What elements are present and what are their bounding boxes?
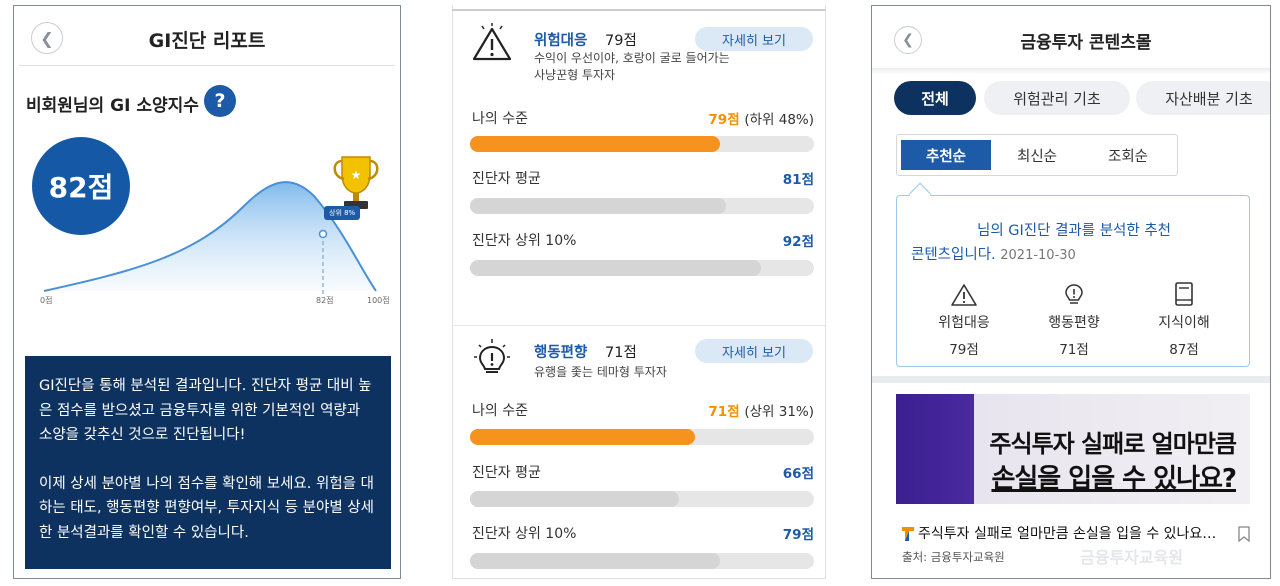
reco-item-score: 87점 (1169, 342, 1199, 358)
my-level-value: 71점 (상위 31%) (708, 404, 814, 420)
top10-label: 진단자 상위 10% (472, 526, 577, 542)
reco-message: 님의 GI진단 결과를 분석한 추천 (976, 223, 1172, 239)
help-button[interactable]: ? (204, 85, 236, 117)
average-label: 진단자 평균 (472, 465, 541, 481)
category-description: 유행을 좇는 테마형 투자자 (534, 365, 667, 379)
question-icon: ? (214, 90, 226, 112)
average-bar-fill (470, 198, 726, 214)
chip-allocation-basics[interactable]: 자산배분 기초 (1136, 81, 1270, 115)
reco-item-risk: 위험대응 79점 (909, 280, 1019, 358)
sort-selector: 추천순 최신순 조회순 (896, 134, 1178, 176)
banner-line1: 주식투자 실패로 얼마만큼 (989, 430, 1237, 458)
category-description: 수익이 우선이야, 호랑이 굴로 들어가는 사냥꾼형 투자자 (534, 50, 730, 84)
top10-value: 92점 (782, 234, 814, 250)
banner-line2: 손실을 입을 수 있나요? (991, 464, 1237, 494)
article-item[interactable]: 주식투자 실패로 얼마만큼 손실을 입을 수 있나요… 출처: 금융투자교육원 … (872, 506, 1270, 578)
axis-min-label: 0점 (40, 296, 53, 305)
top10-label: 진단자 상위 10% (472, 233, 577, 249)
watermark: 금융투자교육원 (1080, 548, 1184, 567)
reco-item-knowledge: 지식이해 87점 (1129, 280, 1239, 358)
my-level-label: 나의 수준 (472, 403, 528, 419)
article-mark-icon (902, 527, 914, 541)
detail-button[interactable]: 자세히 보기 (695, 339, 813, 363)
average-value: 81점 (782, 172, 814, 188)
book-icon (1175, 282, 1193, 306)
reco-message-2: 콘텐츠입니다. 2021-10-30 (911, 247, 1076, 263)
sort-recommended[interactable]: 추천순 (901, 140, 991, 170)
category-detail-panel: 위험대응 79점 자세히 보기 수익이 우선이야, 호랑이 굴로 들어가는 사냥… (440, 5, 834, 579)
top10-value: 79점 (782, 527, 814, 543)
reco-item-name: 행동편향 (1048, 315, 1100, 331)
reco-item-name: 위험대응 (938, 315, 990, 331)
my-level-label: 나의 수준 (472, 111, 528, 127)
reco-date: 2021-10-30 (1000, 248, 1076, 263)
reco-item-score: 79점 (949, 342, 979, 358)
score-circle: 82점 (32, 137, 130, 235)
recommendation-box: 님의 GI진단 결과를 분석한 추천 콘텐츠입니다. 2021-10-30 위험… (896, 195, 1250, 367)
category-name: 위험대응 (534, 33, 588, 49)
top10-bar-fill (470, 553, 720, 569)
chip-risk-basics[interactable]: 위험관리 기초 (984, 81, 1130, 115)
top10-bar-fill (470, 260, 761, 276)
section-divider (872, 376, 1270, 383)
page-title: 금융투자 콘텐츠몰 (1020, 33, 1152, 53)
reco-item-name: 지식이해 (1158, 315, 1210, 331)
average-label: 진단자 평균 (472, 171, 541, 187)
page-title: GI진단 리포트 (148, 30, 266, 52)
lightbulb-icon (1065, 284, 1083, 304)
result-info-box: GI진단을 통해 분석된 결과입니다. 진단자 평균 대비 높은 점수를 받으셨… (25, 356, 391, 569)
detail-button[interactable]: 자세히 보기 (695, 27, 813, 51)
chip-all[interactable]: 전체 (894, 81, 976, 115)
index-title: 비회원님의 GI 소양지수 (26, 96, 199, 116)
info-paragraph: GI진단을 통해 분석된 결과입니다. 진단자 평균 대비 높은 점수를 받으셨… (39, 378, 372, 443)
bookmark-icon[interactable] (1238, 526, 1250, 542)
average-bar-fill (470, 491, 679, 507)
header-shadow (872, 68, 1270, 74)
reco-item-bias: 행동편향 71점 (1019, 280, 1129, 358)
content-mall-panel: ❮ 금융투자 콘텐츠몰 전체 위험관리 기초 자산배분 기초 추천순 최신순 조… (871, 5, 1271, 579)
my-level-value: 79점 (하위 48%) (708, 112, 814, 128)
article-source: 출처: 금융투자교육원 (902, 550, 1005, 564)
header-divider (19, 65, 395, 66)
axis-score-label: 82점 (316, 296, 334, 305)
article-title: 주식투자 실패로 얼마만큼 손실을 입을 수 있나요… (918, 526, 1217, 542)
my-level-bar-fill (470, 136, 720, 152)
sort-views[interactable]: 조회순 (1083, 140, 1173, 170)
category-name: 행동편향 (534, 345, 588, 361)
top-divider (452, 9, 826, 11)
category-score: 79점 (605, 33, 637, 49)
gi-report-panel: ❮ GI진단 리포트 비회원님의 GI 소양지수 ? 82점 ★ 상위 8% 0… (13, 5, 401, 579)
sort-latest[interactable]: 최신순 (993, 140, 1081, 170)
rank-badge: 상위 8% (324, 206, 361, 220)
section-divider (452, 325, 826, 326)
warning-icon (951, 284, 977, 306)
average-value: 66점 (782, 466, 814, 482)
warning-icon (472, 23, 512, 61)
info-paragraph: 이제 상세 분야별 나의 점수를 확인해 보세요. 위험을 대하는 태도, 행동… (39, 475, 374, 541)
description-line: 사냥꾼형 투자자 (534, 68, 616, 82)
axis-max-label: 100점 (367, 296, 390, 305)
content-banner[interactable]: 주식투자 실패로 얼마만큼 손실을 입을 수 있나요? (896, 394, 1250, 504)
reco-item-score: 71점 (1059, 342, 1089, 358)
description-line: 수익이 우선이야, 호랑이 굴로 들어가는 (534, 51, 730, 65)
my-level-bar-fill (470, 429, 695, 445)
lightbulb-icon (474, 339, 510, 373)
svg-text:★: ★ (351, 168, 362, 182)
category-score: 71점 (605, 345, 637, 361)
